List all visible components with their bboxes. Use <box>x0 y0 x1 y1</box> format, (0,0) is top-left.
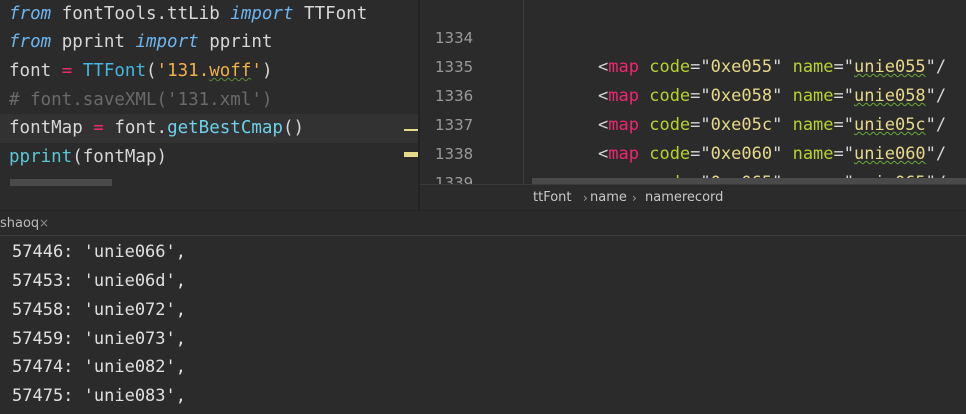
variable: font <box>9 61 62 81</box>
console-line: 57446: 'unie066', <box>12 242 186 262</box>
xml-line[interactable]: 1339 <map code="0xe066" name="unie066"/ <box>420 140 966 210</box>
xml-line[interactable]: 1335 <map code="0xe058" name="unie058"/ <box>420 24 966 106</box>
console-line: 57459: 'unie073', <box>12 329 186 349</box>
keyword: from <box>9 4 52 24</box>
chevron-right-icon: › <box>632 191 637 205</box>
horizontal-scrollbar[interactable] <box>10 179 112 186</box>
keyword: import <box>230 4 294 24</box>
xml-line[interactable]: 1334 <map code="0xe055" name="unie055"/ <box>420 0 966 77</box>
string: '131. <box>156 61 210 81</box>
code-line-6[interactable]: pprint(fontMap) <box>0 143 418 172</box>
close-icon[interactable]: × <box>39 211 49 236</box>
code-line-4[interactable]: # font.saveXML('131.xml') <box>0 86 418 115</box>
paren: ( <box>146 61 157 81</box>
import-name: TTFont <box>293 4 368 24</box>
right-editor-pane[interactable]: 1334 <map code="0xe055" name="unie055"/ … <box>420 0 966 210</box>
object: font. <box>103 118 168 138</box>
string-end: ' <box>251 61 262 81</box>
code-line-5[interactable]: fontMap = font.getBestCmap() <box>0 114 418 143</box>
paren: ) <box>261 61 273 81</box>
xml-line[interactable]: 1337 <map code="0xe060" name="unie060"/ <box>420 82 966 164</box>
module-name: pprint <box>51 32 136 52</box>
code-line-3[interactable]: font = TTFont('131.woff') <box>0 57 418 86</box>
chevron-right-icon: › <box>583 191 588 205</box>
run-tool-window-tabs: shaoq × <box>0 210 966 236</box>
breadcrumb-item-namerecord[interactable]: namerecord <box>645 185 723 211</box>
module-name: fontTools.ttLib <box>51 4 231 24</box>
breadcrumb: ttFont › name › namerecord <box>420 184 966 210</box>
console-line: 57458: 'unie072', <box>12 300 186 320</box>
code-line-1[interactable]: from fontTools.ttLib import TTFont <box>0 0 418 29</box>
import-name: pprint <box>198 32 273 52</box>
scroll-marker <box>404 152 418 157</box>
call-parens: () <box>282 118 305 138</box>
method-name: getBestCmap <box>167 118 283 138</box>
operator: = <box>61 61 73 81</box>
operator: = <box>93 118 104 138</box>
console-line: 57475: 'unie083', <box>12 386 186 406</box>
xml-line[interactable]: 1338 <map code="0xe065" name="unie065"/ <box>420 111 966 193</box>
scroll-marker <box>404 129 418 131</box>
console-line: 57453: 'unie06d', <box>12 271 186 291</box>
console-line: 57474: 'unie082', <box>12 357 186 377</box>
variable: fontMap <box>9 118 94 138</box>
function-name: pprint <box>9 147 73 167</box>
console-output[interactable]: 57446: 'unie066', 57453: 'unie06d', 5745… <box>0 236 966 414</box>
code-line-2[interactable]: from pprint import pprint <box>0 28 418 57</box>
class-name: TTFont <box>72 61 146 81</box>
xml-line[interactable]: 1336 <map code="0xe05c" name="unie05c"/ <box>420 53 966 135</box>
breadcrumb-item-name[interactable]: name <box>590 185 627 211</box>
string-underlined: woff <box>209 61 252 81</box>
keyword: from <box>9 32 52 52</box>
tab-run-shaoq[interactable]: shaoq <box>0 211 39 236</box>
comment: # font.saveXML('131.xml') <box>9 90 273 110</box>
left-editor-pane[interactable]: from fontTools.ttLib import TTFont from … <box>0 0 418 210</box>
breadcrumb-item-ttfont[interactable]: ttFont <box>533 185 572 211</box>
arguments: (fontMap) <box>72 147 168 167</box>
keyword: import <box>135 32 199 52</box>
